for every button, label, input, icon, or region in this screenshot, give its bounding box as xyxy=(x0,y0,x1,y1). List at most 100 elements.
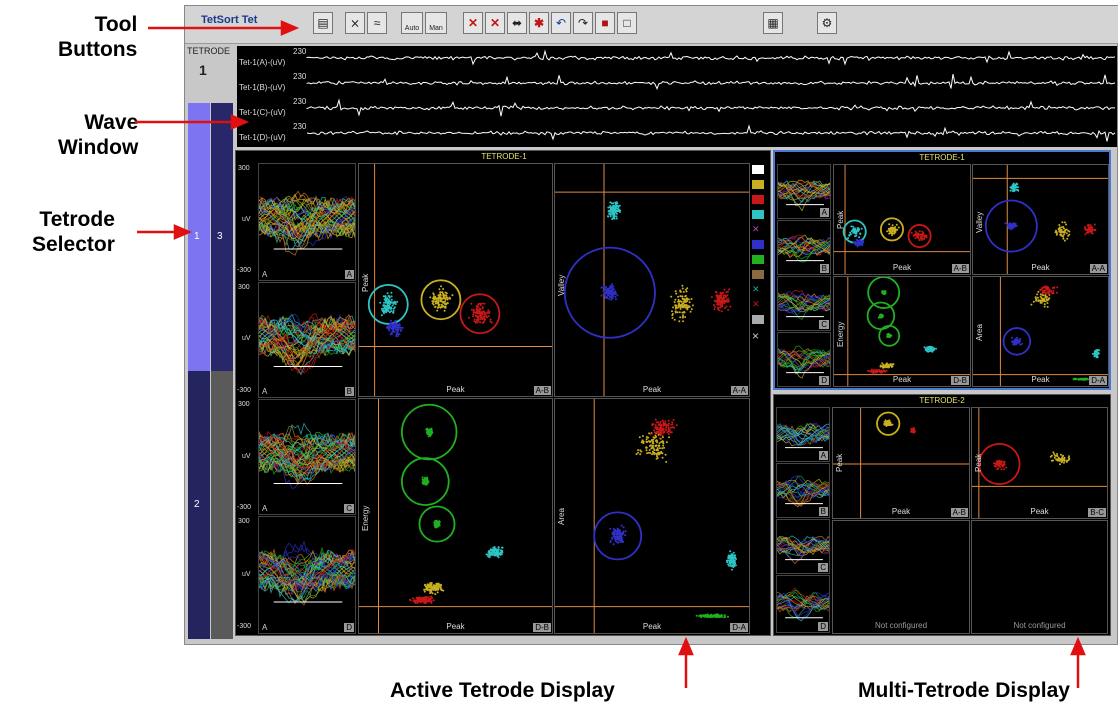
cluster-swatch-white[interactable] xyxy=(752,165,764,174)
x-axis-label: Peak xyxy=(446,622,465,631)
wave-view-button[interactable]: ≈ xyxy=(367,12,387,34)
multi-t2-scatter-bc[interactable]: Peak Peak B-C xyxy=(971,407,1108,519)
y-max-a: 300 xyxy=(238,165,250,172)
cell-tag: D xyxy=(818,622,828,631)
x-axis-label: Peak xyxy=(1031,375,1050,384)
multi-t1-scatter-da[interactable]: Peak Area D-A xyxy=(972,276,1109,387)
scatter-peak-area-da[interactable]: Peak Area D-A xyxy=(554,398,750,634)
channel-label: A xyxy=(262,387,268,396)
y-axis-label: Peak xyxy=(361,273,370,292)
x-axis-label: Peak xyxy=(892,375,912,384)
t2-mini-wave-a[interactable]: A xyxy=(776,407,830,462)
tetrode-empty-tab[interactable] xyxy=(211,371,233,639)
cluster-swatch-brown[interactable] xyxy=(752,270,764,279)
t2-mini-wave-b[interactable]: B xyxy=(776,463,830,518)
wave-channel-b: Tet-1(B)-(uV) xyxy=(239,83,286,92)
uv-d: uV xyxy=(242,571,251,578)
y-max-c: 300 xyxy=(238,401,250,408)
clear-all-button[interactable]: ✱ xyxy=(529,12,549,34)
x-axis-label: Peak xyxy=(892,263,912,272)
multi-tetrode-1[interactable]: TETRODE-1 A B C D Peak Peak A-B Peak Valley… xyxy=(773,150,1111,390)
mini-wave-b[interactable]: B xyxy=(777,220,831,275)
waveform-cell-a[interactable]: A A xyxy=(258,163,356,281)
waveform-cell-b[interactable]: A B xyxy=(258,282,356,398)
close-icon[interactable]: × xyxy=(752,330,764,342)
wave-channel-c: Tet-1(C)-(uV) xyxy=(239,108,286,117)
multi-t2-empty-2[interactable]: Not configured xyxy=(971,520,1108,634)
y-axis-label: Valley xyxy=(975,211,984,233)
active-tetrode-display: TETRODE-1 A A A B A C A D 300 uV -300 30… xyxy=(235,150,771,636)
cell-tag: B xyxy=(819,264,829,273)
cell-tag: C xyxy=(818,563,828,572)
remove-cluster-button[interactable]: ✕ xyxy=(485,12,505,34)
cell-tag-a: A xyxy=(344,270,354,279)
tetrode-1-tab[interactable]: 1 xyxy=(188,103,210,371)
cluster-swatch-blue[interactable] xyxy=(752,240,764,249)
wave-scale-d: 230 xyxy=(293,122,307,131)
y-axis-label: Area xyxy=(975,324,984,341)
multi-t1-scatter-db[interactable]: Peak Energy D-B xyxy=(833,276,971,387)
cluster-swatch-red[interactable] xyxy=(752,195,764,204)
channel-label: A xyxy=(262,623,268,632)
wave-scale-a: 230 xyxy=(293,47,307,56)
cluster-swatch-magenta[interactable]: ✕ xyxy=(752,225,764,234)
cluster-swatch-green[interactable] xyxy=(752,255,764,264)
cluster-palette: ✕ ✕ ✕ × xyxy=(752,165,764,342)
manual-button[interactable]: Man xyxy=(425,12,447,34)
multi-t1-scatter-aa[interactable]: Peak Valley A-A xyxy=(972,164,1109,275)
auto-button[interactable]: Auto xyxy=(401,12,423,34)
x-axis-label: Peak xyxy=(1031,263,1050,272)
auto-label: Auto xyxy=(404,25,420,32)
cluster-swatch-teal[interactable]: ✕ xyxy=(752,285,764,294)
delete-cluster-button[interactable]: ✕ xyxy=(463,12,483,34)
multi-t2-empty-1[interactable]: Not configured xyxy=(832,520,970,634)
open-file-button[interactable]: ▤ xyxy=(313,12,333,34)
scatter-peak-valley-aa[interactable]: Peak Valley A-A xyxy=(554,163,750,397)
mini-wave-c[interactable]: C xyxy=(777,276,831,331)
wave-channel-a: Tet-1(A)-(uV) xyxy=(239,58,286,67)
cell-tag: B xyxy=(818,507,828,516)
cluster-swatch-cyan[interactable] xyxy=(752,210,764,219)
t2-mini-wave-c[interactable]: C xyxy=(776,519,830,574)
redo-icon-button[interactable]: ↷ xyxy=(573,12,593,34)
scatter-peak-peak-ab[interactable]: Peak Peak A-B xyxy=(358,163,553,397)
waveform-cell-c[interactable]: A C xyxy=(258,399,356,515)
tetrode-2-label: 2 xyxy=(194,499,200,510)
tetsort-window: TetSort Tet ▤ ⨯ ≈ Auto Man ✕ ✕ ⬌ ✱ ↶ ↷ ■… xyxy=(184,5,1118,645)
callout-multi-display: Multi-Tetrode Display xyxy=(858,679,1070,702)
mini-wave-a[interactable]: A xyxy=(777,164,831,219)
cluster-swatch-darkred[interactable]: ✕ xyxy=(752,300,764,309)
filter-button[interactable]: ⨯ xyxy=(345,12,365,34)
multi-t1-scatter-ab[interactable]: Peak Peak A-B xyxy=(833,164,971,275)
y-axis-label: Valley xyxy=(557,274,566,296)
multi-tetrode-2[interactable]: TETRODE-2 A B C D Peak Peak A-B Peak Peak B-… xyxy=(773,394,1111,636)
selector-value: 1 xyxy=(199,62,207,78)
plot-tag: A-B xyxy=(951,264,969,273)
t2-mini-wave-d[interactable]: D xyxy=(776,575,830,633)
x-axis-label: Peak xyxy=(642,622,662,631)
cluster-swatch-yellow[interactable] xyxy=(752,180,764,189)
plot-tag: D-A xyxy=(730,623,748,632)
y-min-a: -300 xyxy=(237,267,252,274)
unlock-icon-button[interactable]: □ xyxy=(617,12,637,34)
cluster-swatch-gray[interactable] xyxy=(752,315,764,324)
lock-icon-button[interactable]: ■ xyxy=(595,12,615,34)
callout-tetrode-selector: Tetrode Selector xyxy=(32,208,115,256)
mini-wave-d[interactable]: D xyxy=(777,332,831,387)
grid-icon-button[interactable]: ▦ xyxy=(763,12,783,34)
resize-button[interactable]: ⬌ xyxy=(507,12,527,34)
settings-icon-button[interactable]: ⚙ xyxy=(817,12,837,34)
tetrode-3-tab[interactable]: 3 xyxy=(211,103,233,371)
cell-tag: C xyxy=(819,320,829,329)
undo-icon-button[interactable]: ↶ xyxy=(551,12,571,34)
x-axis-label: Peak xyxy=(891,507,911,516)
multi-t2-scatter-ab[interactable]: Peak Peak A-B xyxy=(832,407,970,519)
scatter-peak-energy-db[interactable]: Peak Energy D-B xyxy=(358,398,553,634)
tetrode-2-tab[interactable]: 2 xyxy=(188,371,210,639)
channel-label: A xyxy=(262,270,268,279)
y-axis-label: Peak xyxy=(836,210,845,229)
wave-scale-b: 230 xyxy=(293,72,307,81)
plot-tag: D-A xyxy=(1089,376,1107,385)
cell-tag-d: D xyxy=(344,623,354,632)
waveform-cell-d[interactable]: A D xyxy=(258,516,356,634)
